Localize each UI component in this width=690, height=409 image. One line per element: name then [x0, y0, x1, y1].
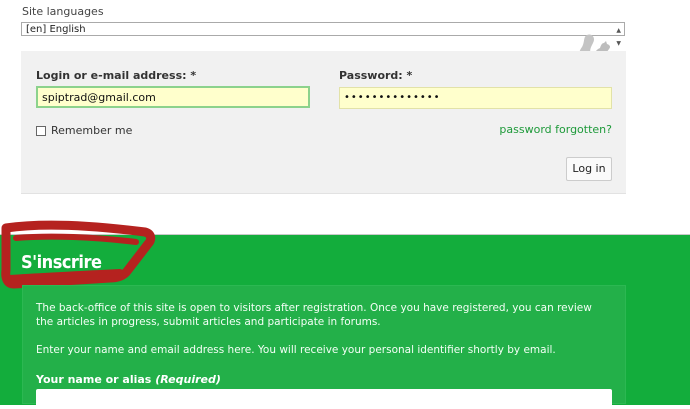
- language-label: Site languages: [22, 5, 104, 18]
- register-intro-text: The back-office of this site is open to …: [36, 302, 592, 328]
- register-title: S'inscrire: [21, 252, 102, 273]
- login-field-label: Login or e-mail address: *: [36, 69, 197, 82]
- language-select[interactable]: [en] English ▲ ▼: [21, 22, 625, 47]
- password-input[interactable]: ••••••••••••••: [339, 87, 612, 109]
- checkbox-icon[interactable]: [36, 125, 46, 136]
- name-label-text: Your name or alias: [36, 373, 152, 386]
- register-panel: The back-office of this site is open to …: [22, 285, 626, 409]
- name-input[interactable]: [36, 389, 612, 409]
- login-form: Login or e-mail address: * Password: * s…: [21, 51, 626, 194]
- name-required-note: (Required): [155, 373, 221, 386]
- remember-me-label: Remember me: [51, 124, 133, 137]
- language-selected-value: [en] English: [26, 24, 86, 35]
- register-instruction-text: Enter your name and email address here. …: [36, 344, 556, 356]
- login-section: Site languages [en] English ▲ ▼ Login or …: [0, 0, 690, 234]
- password-field-label: Password: *: [339, 69, 413, 82]
- chevron-down-icon: ▲ ▼: [616, 27, 621, 47]
- password-forgotten-link[interactable]: password forgotten?: [499, 123, 612, 136]
- login-input[interactable]: spiptrad@gmail.com: [36, 86, 310, 108]
- remember-me[interactable]: Remember me: [36, 124, 132, 137]
- log-in-button[interactable]: Log in: [566, 157, 612, 181]
- name-field-label: Your name or alias (Required): [36, 373, 221, 386]
